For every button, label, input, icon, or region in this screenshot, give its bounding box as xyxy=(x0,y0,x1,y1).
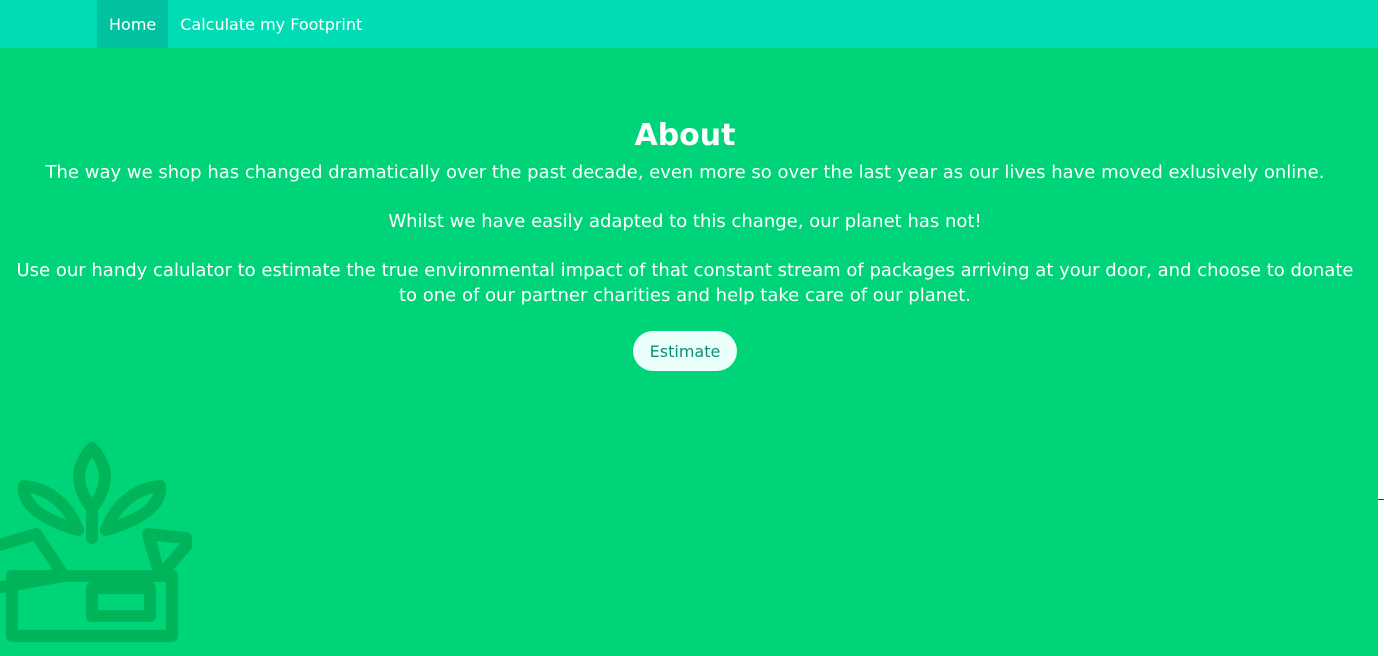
right-scrollbar-gutter xyxy=(1378,0,1384,656)
nav-item-calculate-footprint[interactable]: Calculate my Footprint xyxy=(168,0,374,48)
about-paragraph-3: Use our handy calulator to estimate the … xyxy=(16,260,1354,306)
about-paragraph-2: Whilst we have easily adapted to this ch… xyxy=(388,211,982,232)
app-viewport: Home Calculate my Footprint About The wa… xyxy=(0,0,1384,656)
plant-in-box-icon xyxy=(0,442,192,642)
nav-item-home[interactable]: Home xyxy=(97,0,169,48)
nav-left-spacer xyxy=(0,0,97,48)
about-heading: About xyxy=(634,118,736,153)
estimate-button[interactable]: Estimate xyxy=(633,331,737,371)
gutter-divider xyxy=(1378,499,1384,500)
about-paragraph-1: The way we shop has changed dramatically… xyxy=(45,162,1325,183)
top-navbar: Home Calculate my Footprint xyxy=(0,0,1378,48)
